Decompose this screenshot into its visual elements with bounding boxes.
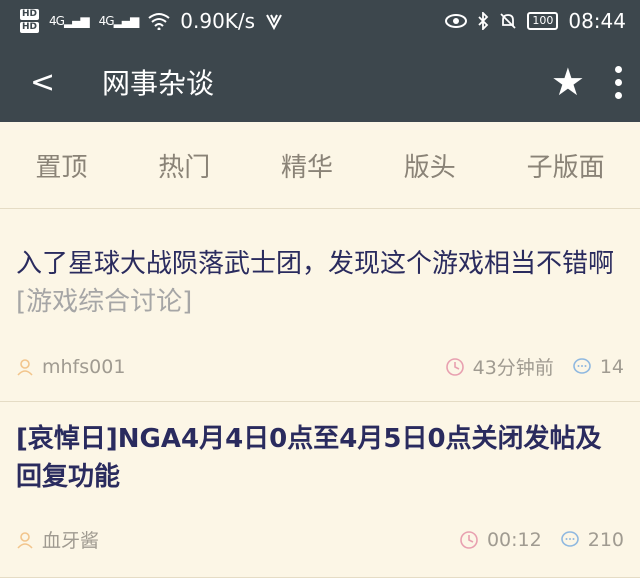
- clock-icon: [445, 357, 464, 376]
- tab-bar: 置顶 热门 精华 版头 子版面: [0, 122, 640, 209]
- user-icon: [17, 358, 33, 376]
- post-title[interactable]: [哀悼日]NGA4月4日0点至4月5日0点关闭发帖及回复功能: [16, 420, 624, 496]
- post-time: 00:12: [486, 528, 542, 551]
- vpn-icon: [266, 14, 282, 30]
- comment-icon: [573, 357, 591, 374]
- forum-tag: [游戏综合讨论]: [16, 287, 193, 317]
- more-options-icon[interactable]: [615, 65, 622, 99]
- network-speed: 0.90K/s: [180, 9, 256, 33]
- post-meta: 血牙酱 00:12 210: [16, 526, 624, 553]
- reply-count: 210: [587, 528, 624, 551]
- post-title[interactable]: 入了星球大战陨落武士团，发现这个游戏相当不错啊[游戏综合讨论]: [16, 245, 624, 321]
- post-item[interactable]: [哀悼日]NGA4月4日0点至4月5日0点关闭发帖及回复功能 血牙酱 00:12…: [0, 402, 640, 578]
- clock-icon: [460, 530, 478, 549]
- status-bar: HD HD 4G▂▄▆ 4G▂▄▆ 0.90K/s 100 08:44: [0, 0, 640, 42]
- bluetooth-icon: [478, 12, 489, 30]
- tab-header[interactable]: 版头: [396, 147, 464, 184]
- reply-count: 14: [599, 355, 624, 378]
- hd-indicators: HD HD: [20, 9, 40, 33]
- page-title: 网事杂谈: [102, 67, 215, 100]
- tab-hot[interactable]: 热门: [150, 147, 218, 184]
- author-name[interactable]: 血牙酱: [42, 526, 99, 553]
- user-icon: [17, 531, 33, 549]
- eye-icon: [445, 14, 468, 28]
- comment-icon: [560, 530, 579, 547]
- tab-pinned[interactable]: 置顶: [27, 147, 95, 184]
- mute-bell-icon: [500, 13, 516, 29]
- back-arrow-icon[interactable]: <: [30, 65, 90, 100]
- hd-badge-2: HD: [20, 22, 40, 33]
- hd-badge-1: HD: [20, 9, 40, 20]
- battery-icon: 100: [527, 12, 559, 30]
- post-time: 43分钟前: [472, 357, 554, 379]
- signal-icon-2: 4G▂▄▆: [98, 14, 140, 28]
- signal-icon-1: 4G▂▄▆: [49, 14, 90, 28]
- wifi-icon: [148, 13, 170, 30]
- clock-time: 08:44: [568, 9, 626, 33]
- author-name[interactable]: mhfs001: [42, 356, 125, 378]
- post-item[interactable]: 入了星球大战陨落武士团，发现这个游戏相当不错啊[游戏综合讨论] mhfs001 …: [0, 209, 640, 402]
- tab-subforums[interactable]: 子版面: [519, 147, 613, 184]
- favorite-star-icon[interactable]: ★: [551, 60, 585, 104]
- app-bar: < 网事杂谈 ★: [0, 42, 640, 122]
- post-meta: mhfs001 43分钟前 14: [16, 353, 624, 380]
- tab-featured[interactable]: 精华: [273, 147, 341, 184]
